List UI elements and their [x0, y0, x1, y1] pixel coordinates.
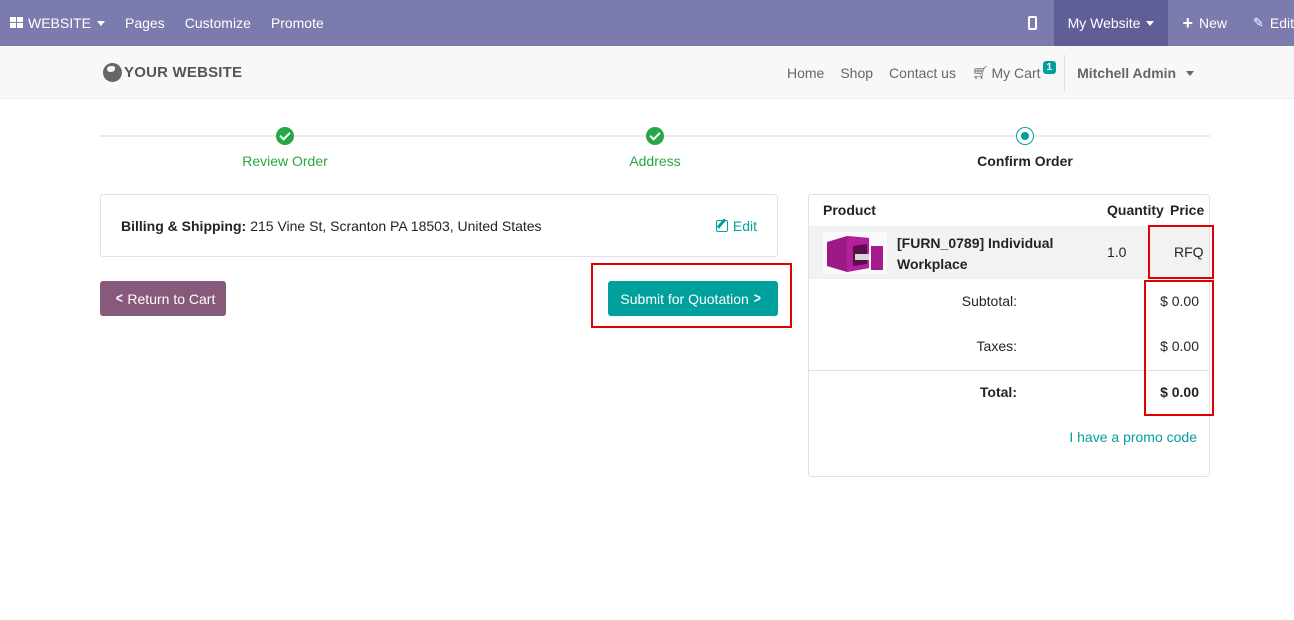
admin-top-bar: WEBSITE Pages Customize Promote My Websi… — [0, 0, 1294, 46]
mobile-preview-button[interactable] — [1012, 0, 1054, 46]
return-to-cart-label: Return to Cart — [127, 290, 216, 307]
total-label: Total: — [979, 384, 1017, 400]
billing-address: 215 Vine St, Scranton PA 18503, United S… — [250, 217, 542, 234]
menu-customize[interactable]: Customize — [175, 0, 261, 46]
subtotal-value: $ 0.00 — [1160, 293, 1199, 309]
new-content-button[interactable]: + New — [1168, 0, 1241, 46]
menu-promote[interactable]: Promote — [261, 0, 334, 46]
main-nav: Home Shop Contact us 🛒︎ My Cart 1 Mitche… — [779, 46, 1202, 99]
chevron-down-icon — [1146, 20, 1155, 26]
site-logo[interactable]: YOUR WEBSITE — [103, 63, 242, 82]
user-menu[interactable]: Mitchell Admin — [1069, 65, 1202, 81]
step-review-order[interactable]: Review Order — [185, 125, 385, 169]
product-thumbnail — [823, 232, 887, 274]
nav-home[interactable]: Home — [779, 65, 832, 81]
product-quantity: 1.0 — [1107, 244, 1127, 260]
edit-page-button[interactable]: ✎ Edit — [1241, 0, 1294, 46]
cart-label: My Cart — [991, 64, 1041, 81]
globe-icon — [103, 63, 122, 82]
taxes-value: $ 0.00 — [1160, 338, 1199, 354]
nav-shop[interactable]: Shop — [832, 65, 881, 81]
step-address[interactable]: Address — [555, 125, 755, 169]
product-name[interactable]: [FURN_0789] Individual Workplace — [897, 233, 1087, 275]
column-product: Product — [823, 202, 876, 218]
edit-address-label: Edit — [732, 217, 757, 234]
pencil-icon: ✎ — [1252, 15, 1264, 30]
mobile-phone-icon — [1028, 16, 1038, 30]
step-confirm-order: Confirm Order — [925, 125, 1125, 169]
chevron-down-icon — [1186, 71, 1194, 77]
product-price: RFQ — [1174, 244, 1204, 260]
step-label: Review Order — [242, 153, 328, 169]
website-header: YOUR WEBSITE Home Shop Contact us 🛒︎ My … — [0, 46, 1294, 99]
edit-address-link[interactable]: Edit — [715, 217, 757, 234]
promo-code-link[interactable]: I have a promo code — [1069, 429, 1197, 445]
shopping-cart-icon: 🛒︎ — [971, 64, 989, 80]
apps-grid-icon — [10, 17, 24, 29]
return-to-cart-button[interactable]: < Return to Cart — [100, 281, 226, 316]
total-row: Total: $ 0.00 — [809, 384, 1209, 404]
user-name: Mitchell Admin — [1077, 64, 1177, 81]
menu-pages[interactable]: Pages — [115, 0, 175, 46]
column-quantity: Quantity — [1107, 202, 1164, 218]
site-logo-text: YOUR WEBSITE — [124, 64, 243, 81]
check-circle-icon — [276, 127, 294, 145]
taxes-label: Taxes: — [976, 338, 1017, 354]
plus-icon: + — [1182, 13, 1193, 33]
chevron-right-icon: > — [753, 290, 761, 307]
new-label: New — [1198, 15, 1227, 31]
edit-icon — [715, 219, 728, 232]
order-summary: Product Quantity Price [FURN_0789] Indiv… — [808, 194, 1210, 477]
website-app-menu[interactable]: WEBSITE — [0, 0, 115, 46]
website-selector[interactable]: My Website — [1053, 0, 1169, 46]
edit-label: Edit — [1269, 15, 1294, 31]
check-circle-icon — [646, 127, 664, 145]
step-label: Confirm Order — [977, 153, 1073, 169]
subtotal-label: Subtotal: — [961, 293, 1017, 309]
cart-count-badge: 1 — [1042, 61, 1057, 74]
checkout-progress: Review Order Address Confirm Order — [100, 125, 1210, 175]
step-label: Address — [629, 153, 681, 169]
submit-label: Submit for Quotation — [620, 290, 749, 307]
column-price: Price — [1170, 202, 1205, 218]
total-divider — [809, 370, 1209, 371]
total-value: $ 0.00 — [1160, 384, 1199, 400]
chevron-down-icon — [97, 20, 106, 26]
website-selector-label: My Website — [1067, 15, 1141, 31]
billing-shipping-card: Billing & Shipping: 215 Vine St, Scranto… — [100, 194, 778, 257]
order-line: [FURN_0789] Individual Workplace 1.0 RFQ — [809, 226, 1209, 279]
nav-my-cart[interactable]: 🛒︎ My Cart 1 — [964, 61, 1064, 81]
website-app-label: WEBSITE — [28, 15, 92, 31]
nav-divider — [1064, 54, 1066, 91]
nav-contact-us[interactable]: Contact us — [881, 65, 964, 81]
chevron-left-icon: < — [115, 290, 123, 307]
billing-label: Billing & Shipping: — [121, 217, 247, 234]
current-step-icon — [1016, 127, 1034, 145]
submit-for-quotation-button[interactable]: Submit for Quotation > — [608, 281, 778, 316]
taxes-row: Taxes: $ 0.00 — [809, 338, 1209, 358]
subtotal-row: Subtotal: $ 0.00 — [809, 293, 1209, 313]
summary-header: Product Quantity Price — [809, 195, 1209, 226]
